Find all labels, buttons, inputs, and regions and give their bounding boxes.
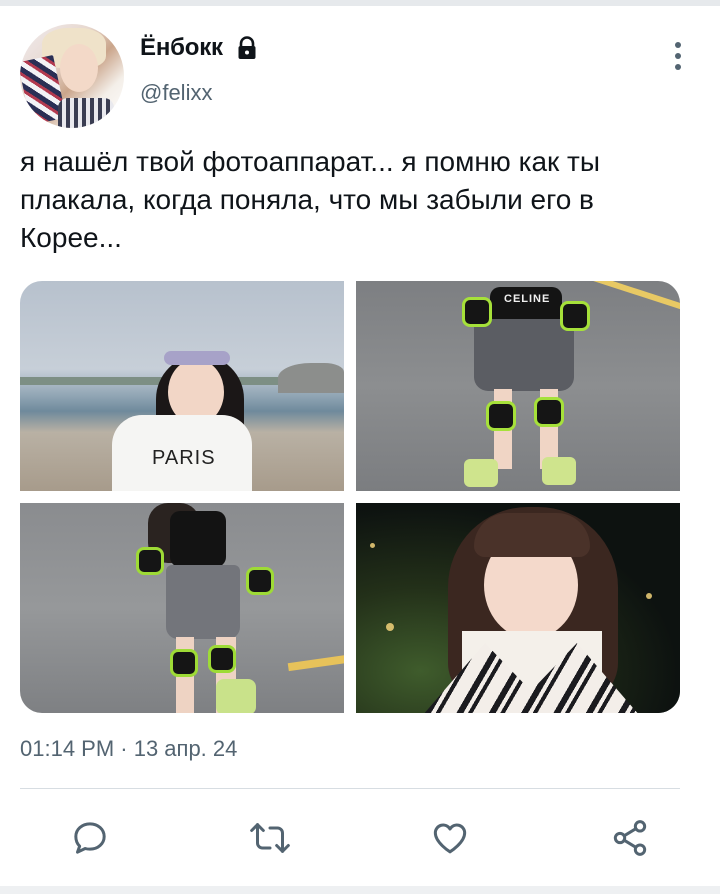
- wrist-pad: [246, 567, 274, 595]
- comment-icon: [74, 822, 106, 854]
- skirt: [166, 565, 240, 639]
- share-icon: [613, 820, 647, 856]
- breakwater-rocks: [278, 363, 344, 393]
- knee-pad: [534, 397, 564, 427]
- headband: [164, 351, 230, 365]
- bokeh-light: [646, 593, 652, 599]
- bottom-divider: [0, 886, 720, 894]
- like-button[interactable]: [428, 816, 472, 860]
- roller-skate: [464, 459, 498, 487]
- shirt-print-text: CELINE: [504, 293, 551, 305]
- knee-pad: [208, 645, 236, 673]
- top-divider: [0, 0, 720, 6]
- retweet-icon: [250, 823, 290, 853]
- more-dot: [675, 53, 681, 59]
- shirt-print-text: PARIS: [152, 447, 216, 469]
- author-display-name[interactable]: Ёнбокк: [140, 34, 223, 62]
- action-bar: [0, 810, 720, 866]
- road-stripe: [287, 654, 344, 672]
- actions-divider: [20, 788, 680, 789]
- more-dot: [675, 64, 681, 70]
- girl-bangs: [474, 513, 590, 557]
- media-grid: PARIS CELINE: [20, 281, 680, 713]
- elbow-pad: [136, 547, 164, 575]
- top: [170, 511, 226, 567]
- share-button[interactable]: [608, 816, 652, 860]
- tweet-text: я нашёл твой фотоаппарат... я помню как …: [20, 146, 601, 253]
- reply-button[interactable]: [68, 816, 112, 860]
- avatar[interactable]: [20, 24, 124, 128]
- retweet-button[interactable]: [248, 816, 292, 860]
- roller-skate: [216, 679, 256, 713]
- elbow-pad: [560, 301, 590, 331]
- photo-skating-girl-2[interactable]: [20, 503, 344, 713]
- author-handle[interactable]: @felixx: [140, 80, 212, 106]
- photo-girl-portrait-night[interactable]: [356, 503, 680, 713]
- heart-icon: [433, 823, 467, 854]
- knee-pad: [486, 401, 516, 431]
- elbow-pad: [462, 297, 492, 327]
- tweet-timestamp[interactable]: 01:14 PM · 13 апр. 24: [20, 736, 237, 762]
- bokeh-light: [370, 543, 375, 548]
- avatar-face: [60, 44, 98, 92]
- bokeh-light: [386, 623, 394, 631]
- lock-icon: [238, 36, 256, 59]
- knee-pad: [170, 649, 198, 677]
- avatar-clothing: [58, 98, 114, 128]
- road-stripe: [589, 281, 680, 314]
- more-vertical-icon[interactable]: [662, 40, 694, 72]
- skirt: [474, 319, 574, 391]
- photo-beach-girl[interactable]: PARIS: [20, 281, 344, 491]
- more-dot: [675, 42, 681, 48]
- photo-skating-girl[interactable]: CELINE: [356, 281, 680, 491]
- roller-skate: [542, 457, 576, 485]
